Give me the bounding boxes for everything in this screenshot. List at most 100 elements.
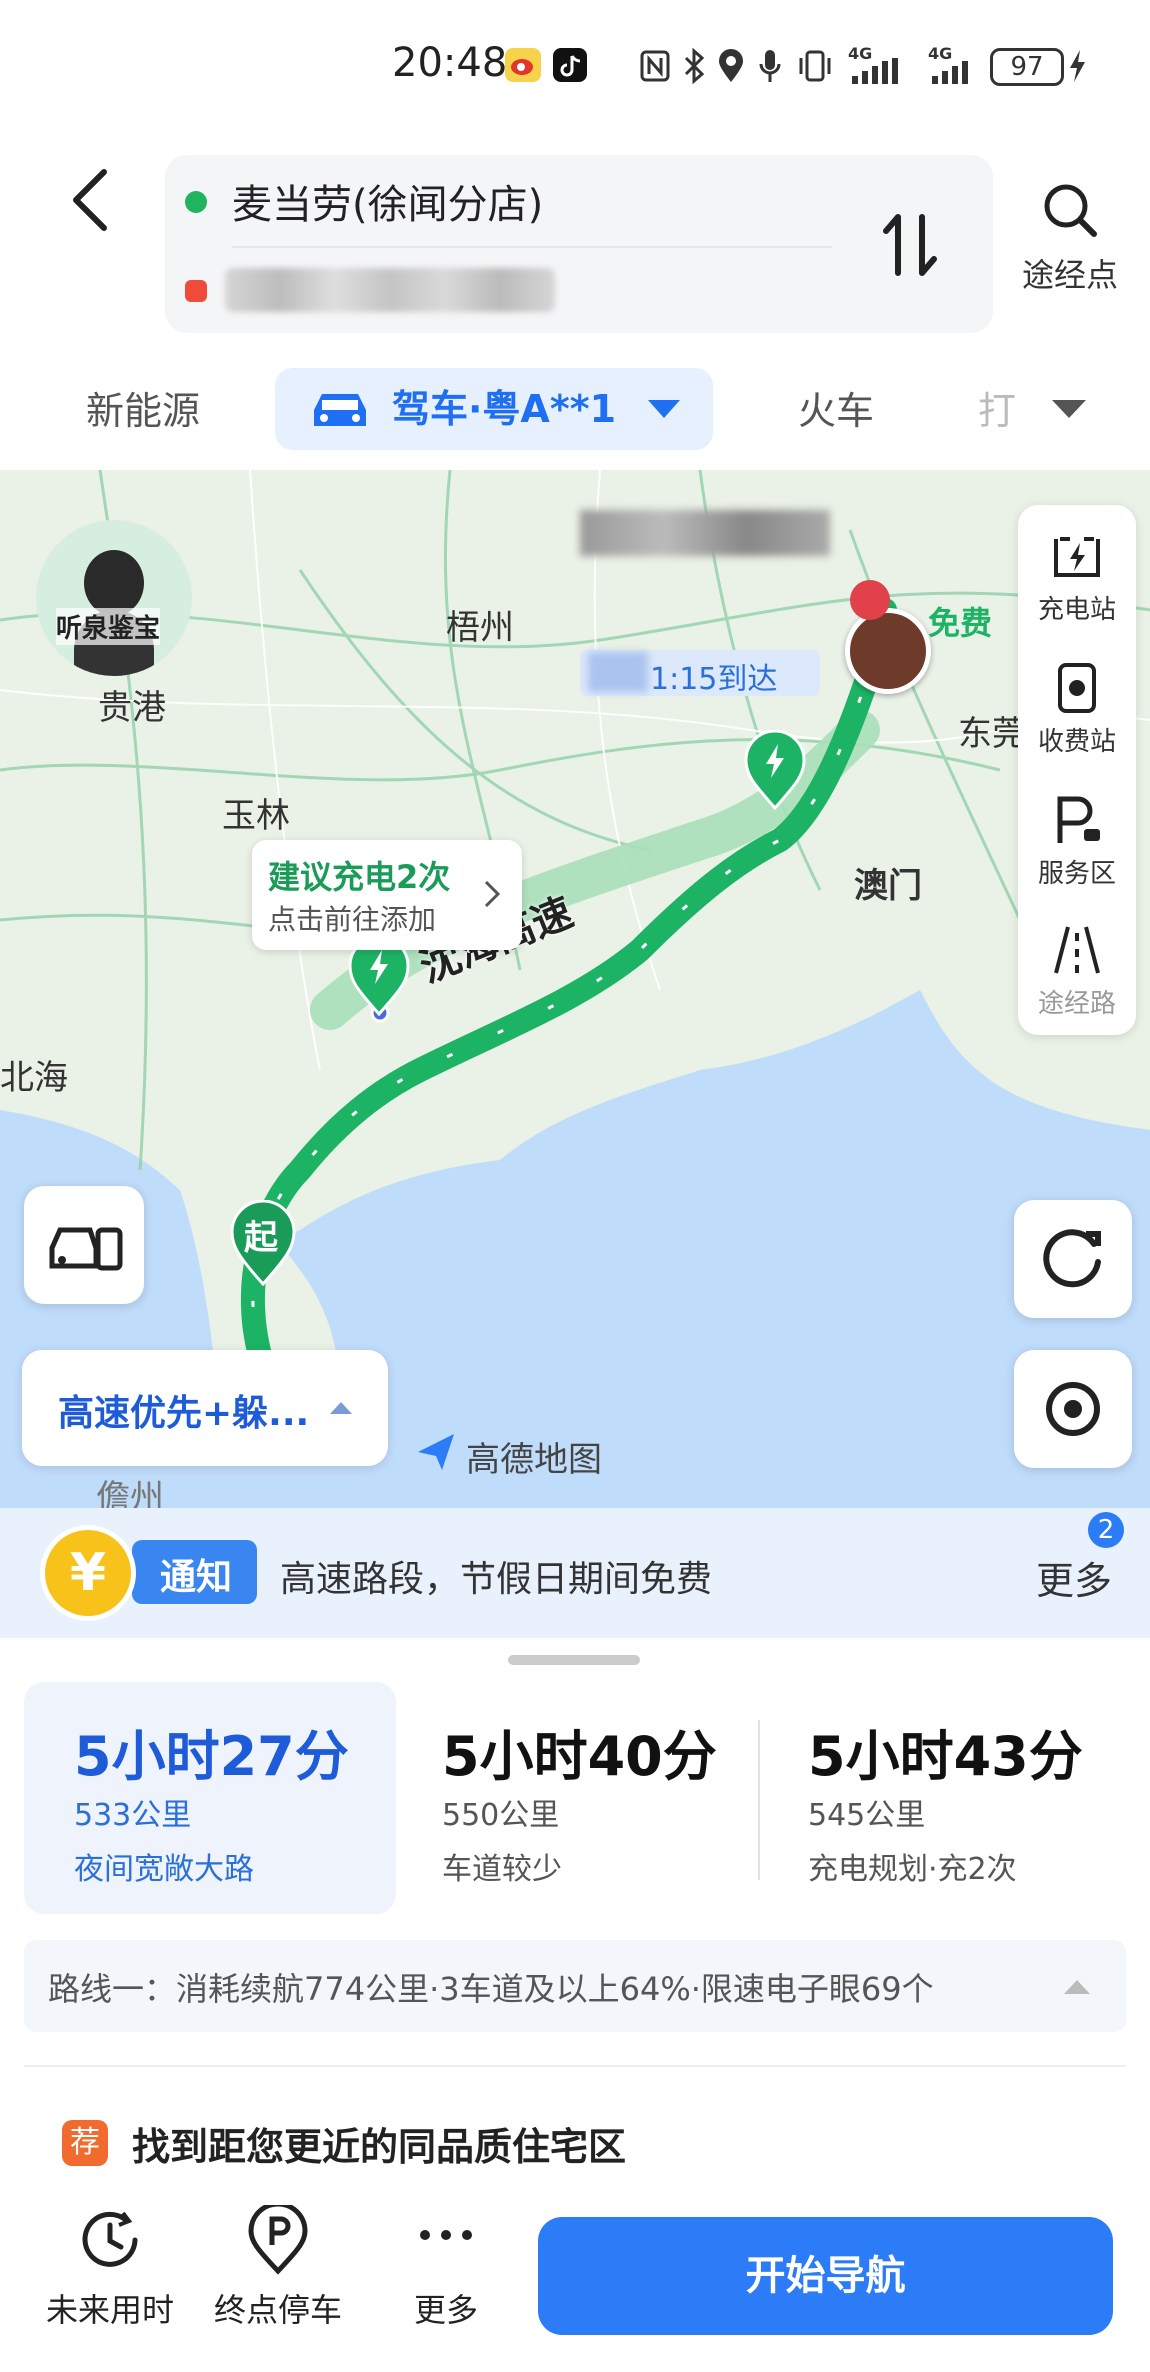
- input-divider: [232, 246, 832, 248]
- future-time-label: 未来用时: [45, 2291, 174, 2329]
- signal-icon-2: [932, 61, 968, 84]
- back-button[interactable]: [60, 160, 120, 240]
- locate-button[interactable]: [1014, 1350, 1132, 1468]
- collapse-chevron-icon[interactable]: [1064, 1978, 1090, 1994]
- location-icon: [719, 49, 743, 82]
- tool-toll-station[interactable]: 收费站: [1018, 663, 1136, 758]
- map-tools-panel: 充电站 收费站 服务区 途经路: [1018, 505, 1136, 1035]
- origin-dot-icon: [185, 191, 207, 213]
- tool-waypoint-road-label: 途经路: [1037, 989, 1116, 1019]
- future-time-button[interactable]: 未来用时: [40, 2205, 180, 2331]
- mic-icon: [759, 50, 781, 82]
- route-1-distance: 533公里: [74, 1798, 192, 1833]
- sheet-drag-handle[interactable]: [508, 1655, 640, 1665]
- refresh-button[interactable]: [1014, 1200, 1132, 1318]
- more-button[interactable]: 更多: [376, 2205, 516, 2331]
- destination-dot-icon: [185, 280, 207, 302]
- map-label-guigang: 贵港: [98, 688, 166, 728]
- recommendation-text[interactable]: 找到距您更近的同品质住宅区: [132, 2116, 626, 2171]
- vibrate-icon: [799, 50, 831, 82]
- notice-text: 高速路段，节假日期间免费: [280, 1559, 713, 1600]
- clock-icon: [82, 2211, 138, 2267]
- destination-pin-icon: [850, 580, 890, 620]
- map-label-beihai: 北海: [0, 1058, 68, 1098]
- route-detail-text: 路线一：消耗续航774公里·3车道及以上64%·限速电子眼69个: [48, 1970, 934, 2008]
- route-1-time: 5小时27分: [74, 1725, 349, 1788]
- route-preference-label: 高速优先+躲...: [58, 1393, 310, 1434]
- map-label-dongguan: 东莞: [958, 714, 1026, 754]
- notice-more-link[interactable]: 更多: [1036, 1550, 1112, 1605]
- map-label-danzhou: 儋州: [96, 1478, 164, 1510]
- swap-icon[interactable]: [880, 205, 940, 285]
- tool-service-area[interactable]: 服务区: [1018, 795, 1136, 890]
- arrival-time-text: 1:15到达: [650, 662, 778, 697]
- amap-logo-icon: [418, 1434, 454, 1470]
- start-navigation-button[interactable]: 开始导航: [538, 2217, 1113, 2335]
- coin-icon: ¥: [40, 1525, 136, 1621]
- battery-icon: 97: [990, 48, 1064, 86]
- start-marker-label: 起: [244, 1218, 278, 1258]
- more-tabs-chevron-icon[interactable]: [1052, 400, 1086, 420]
- map-label-macau: 澳门: [854, 866, 922, 906]
- tab-new-energy[interactable]: 新能源: [86, 370, 200, 452]
- charging-suggestion-subtitle: 点击前往添加: [268, 903, 437, 936]
- chevron-right-icon: [484, 880, 500, 908]
- weibo-icon: [505, 48, 541, 82]
- car-icon: [314, 394, 366, 426]
- arrival-time-blur: [588, 652, 648, 692]
- route-2-distance: 550公里: [442, 1798, 560, 1833]
- tab-train[interactable]: 火车: [798, 370, 874, 452]
- route-1-tag: 夜间宽敞大路: [74, 1852, 254, 1887]
- waypoint-button[interactable]: 途经点: [1010, 180, 1130, 310]
- map-label-free: 免费: [928, 604, 993, 642]
- notice-count-badge: 2: [1088, 1512, 1124, 1548]
- tiktok-icon: [553, 48, 587, 82]
- destination-callout-blur: [580, 510, 830, 556]
- destination-input-blurred[interactable]: [225, 268, 555, 312]
- amap-brand: 高德地图: [466, 1440, 602, 1480]
- tool-charging-station-label: 充电站: [1037, 595, 1116, 625]
- route-3-time: 5小时43分: [808, 1725, 1083, 1788]
- destination-marker[interactable]: [845, 608, 931, 694]
- notice-tag-label: 通知: [160, 1557, 233, 1598]
- service-area-icon: [1057, 796, 1100, 843]
- tool-toll-station-label: 收费站: [1037, 727, 1116, 757]
- route-2-tag: 车道较少: [442, 1852, 562, 1887]
- route-3-tag: 充电规划·充2次: [808, 1852, 1017, 1887]
- chevron-down-icon: [648, 400, 680, 418]
- car-phone-button[interactable]: [24, 1186, 144, 1304]
- toll-station-icon: [1058, 663, 1096, 713]
- tool-charging-station[interactable]: 充电站: [1018, 533, 1136, 626]
- origin-input[interactable]: 麦当劳(徐闻分店): [232, 172, 543, 230]
- charging-station-icon: [1054, 537, 1100, 577]
- nfc-icon: [640, 50, 670, 82]
- waypoint-label: 途经点: [1021, 256, 1118, 294]
- tab-partial[interactable]: 打: [978, 370, 1016, 452]
- end-parking-button[interactable]: 终点停车: [208, 2201, 348, 2331]
- map-label-wuzhou: 梧州: [446, 608, 514, 648]
- search-icon: [1044, 184, 1097, 237]
- map-label-yulin: 玉林: [222, 796, 290, 836]
- avatar-caption: 听泉鉴宝: [56, 608, 161, 645]
- road-icon: [1054, 926, 1100, 974]
- chevron-up-icon: [330, 1402, 352, 1414]
- charging-pin-icon-2[interactable]: [742, 730, 808, 810]
- refresh-icon: [1043, 1229, 1101, 1288]
- route-divider: [758, 1720, 760, 1880]
- tool-service-area-label: 服务区: [1037, 859, 1116, 889]
- more-label: 更多: [413, 2291, 478, 2329]
- end-parking-label: 终点停车: [213, 2291, 342, 2329]
- parking-icon: [248, 2201, 308, 2275]
- charging-suggestion-title: 建议充电2次: [268, 858, 451, 896]
- section-separator: [24, 2065, 1126, 2067]
- signal-icon: [852, 58, 898, 84]
- recommend-badge: 荐: [62, 2120, 108, 2166]
- locate-icon: [1046, 1382, 1100, 1436]
- more-dots-icon: [420, 2230, 472, 2240]
- tool-waypoint-road[interactable]: 途经路: [1018, 925, 1136, 1020]
- avatar[interactable]: [36, 520, 192, 676]
- tab-drive-label: 驾车·粤A**1: [392, 387, 617, 431]
- status-time: 20:48: [392, 40, 508, 86]
- car-phone-icon: [49, 1227, 123, 1271]
- route-2-time: 5小时40分: [442, 1725, 717, 1788]
